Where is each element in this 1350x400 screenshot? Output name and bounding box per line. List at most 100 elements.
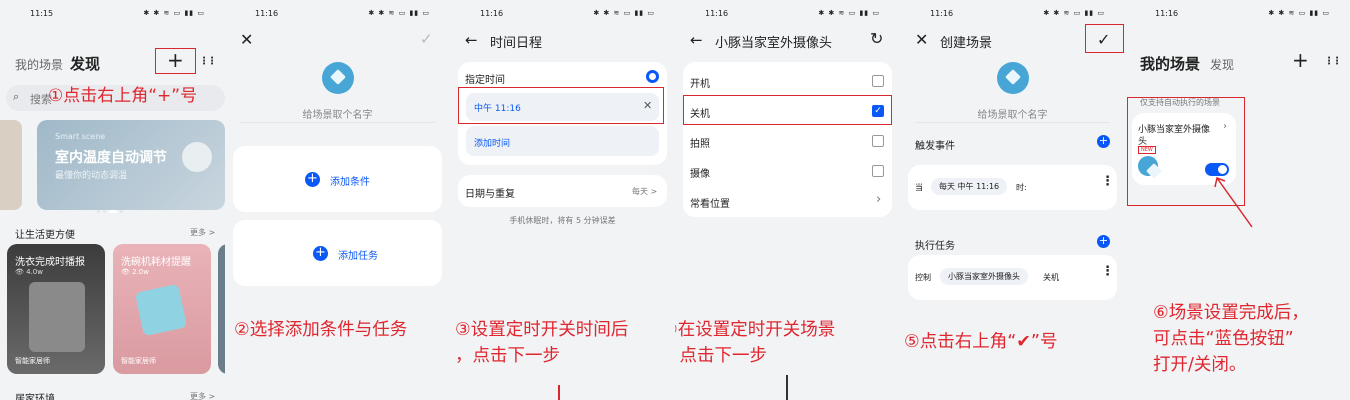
banner-prev[interactable] [0, 120, 22, 210]
status-bar: 11:16 ✱ ✱ ≋ ▭ ▮▮ ▭ [225, 9, 450, 21]
status-bar: 11:16 ✱ ✱ ≋ ▭ ▮▮ ▭ [900, 9, 1125, 21]
date-repeat-value: 每天 > [632, 187, 658, 196]
thermostat-image [182, 142, 212, 172]
tab-discover[interactable]: 发现 [70, 53, 100, 74]
status-icons: ✱ ✱ ≋ ▭ ▮▮ ▭ [143, 9, 205, 17]
trigger-at: 时: [1016, 183, 1027, 192]
status-icons: ✱ ✱ ≋ ▭ ▮▮ ▭ [368, 9, 430, 17]
close-icon[interactable]: ✕ [915, 30, 928, 49]
action-checkbox[interactable] [872, 165, 884, 177]
step-4-annotation-line1: ④在设置定时开关场景 [675, 320, 836, 340]
fixed-time-label: 指定时间 [465, 75, 505, 86]
status-time: 11:16 [1155, 9, 1179, 18]
action-item-record[interactable]: 摄像 [683, 158, 892, 184]
step-4-annotation-line2: ，点击下一步 [675, 346, 767, 366]
status-bar: 11:16 ✱ ✱ ≋ ▭ ▮▮ ▭ [675, 9, 900, 21]
more-grid-icon[interactable]: ⋮⋮ [1324, 56, 1342, 67]
divider [240, 122, 435, 123]
more-grid-icon[interactable]: ⋮⋮ [199, 56, 217, 67]
add-time-button[interactable]: 添加时间 [466, 126, 659, 156]
more-vert-icon[interactable]: ⋮ [1101, 265, 1114, 278]
card-views: 👁 2.0w [121, 268, 149, 276]
step-6-annotation-line2: 可点击“蓝色按钮” [1153, 329, 1294, 349]
more-link[interactable]: 更多 > [190, 391, 215, 400]
action-label: 拍照 [690, 139, 710, 150]
confirm-icon[interactable]: ✓ [420, 30, 433, 48]
action-item-power-on[interactable]: 开机 [683, 68, 892, 94]
divider [915, 122, 1110, 123]
sleep-note: 手机休眠时，将有 5 分钟误差 [509, 216, 616, 225]
card-title: 洗衣完成时播报 [15, 257, 85, 268]
scene-logo-icon [322, 62, 354, 94]
scene-card-laundry[interactable]: 洗衣完成时播报 👁 4.0w 智能家居师 [7, 244, 105, 374]
tab-my-scenes[interactable]: 我的场景 [15, 56, 63, 73]
back-arrow-icon[interactable]: ← [690, 31, 703, 49]
step-3-annotation-line1: ③设置定时开关时间后 [455, 320, 629, 340]
step-3-annotation-line2: ，点击下一步 [455, 346, 560, 366]
add-scene-icon[interactable]: + [1292, 48, 1309, 72]
add-time-label: 添加时间 [474, 139, 511, 149]
date-repeat-row[interactable]: 日期与重复 每天 > [458, 175, 667, 207]
page-title: 创建场景 [940, 36, 993, 51]
status-icons: ✱ ✱ ≋ ▭ ▮▮ ▭ [1043, 9, 1105, 17]
task-card[interactable]: 控制 小豚当家室外摄像头 关机 ⋮ [908, 255, 1117, 300]
status-time: 11:16 [480, 9, 504, 18]
back-arrow-icon[interactable]: ← [465, 31, 478, 49]
action-item-photo[interactable]: 拍照 [683, 128, 892, 154]
page-title: 小豚当家室外摄像头 [715, 36, 833, 51]
add-condition-card[interactable]: + 添加条件 [233, 146, 442, 212]
more-link[interactable]: 更多 > [190, 227, 215, 238]
card-views-value: 2.0w [132, 268, 149, 276]
highlight-box [155, 48, 196, 74]
step-6-annotation-line1: ⑥场景设置完成后， [1153, 303, 1309, 323]
card-views-value: 4.0w [26, 268, 43, 276]
card-title: 洗碗机耗材提醒 [121, 257, 191, 268]
panel-my-scenes: 11:16 ✱ ✱ ≋ ▭ ▮▮ ▭ 我的场景 发现 + ⋮⋮ 仅支持自动执行的… [1125, 0, 1350, 400]
task-device-chip: 小豚当家室外摄像头 [940, 268, 1028, 285]
add-task-icon: + [313, 246, 328, 261]
section-title-convenient: 让生活更方便 [15, 230, 75, 241]
tab-discover[interactable]: 发现 [1210, 56, 1234, 73]
card-views: 👁 4.0w [15, 268, 43, 276]
action-checkbox[interactable] [872, 75, 884, 87]
action-item-position[interactable]: 常看位置 › [683, 188, 892, 214]
panel-discover: 11:15 ✱ ✱ ≋ ▭ ▮▮ ▭ 我的场景 发现 + ⋮⋮ ⌕ 搜索 ①点击… [0, 0, 225, 400]
card-author: 智能家居师 [15, 357, 50, 365]
scene-name-input[interactable]: 给场景取个名字 [900, 106, 1125, 121]
highlight-box [1085, 24, 1124, 53]
dishwasher-image [134, 283, 188, 337]
status-icons: ✱ ✱ ≋ ▭ ▮▮ ▭ [593, 9, 655, 17]
scene-name-input[interactable]: 给场景取个名字 [225, 106, 450, 121]
add-task-card[interactable]: + 添加任务 [233, 220, 442, 286]
status-time: 11:15 [30, 9, 54, 18]
action-checkbox[interactable] [872, 135, 884, 147]
trigger-card[interactable]: 当 每天 中午 11:16 时: ⋮ [908, 165, 1117, 210]
add-task-label: 添加任务 [338, 251, 378, 262]
panel-device-actions: 11:16 ✱ ✱ ≋ ▭ ▮▮ ▭ ← 小豚当家室外摄像头 ↻ 开机 关机 ✓… [675, 0, 900, 400]
add-trigger-icon[interactable]: + [1097, 135, 1110, 148]
refresh-icon[interactable]: ↻ [870, 29, 883, 48]
task-control: 控制 [915, 273, 931, 282]
status-icons: ✱ ✱ ≋ ▭ ▮▮ ▭ [818, 9, 880, 17]
chevron-right-icon: › [876, 192, 882, 207]
close-icon[interactable]: ✕ [240, 30, 253, 49]
step-2-annotation: ②选择添加条件与任务 [234, 320, 408, 340]
add-task-icon[interactable]: + [1097, 235, 1110, 248]
washer-image [29, 282, 85, 352]
card-author: 智能家居师 [121, 357, 156, 365]
search-icon: ⌕ [13, 90, 20, 103]
highlight-box [458, 87, 664, 124]
status-bar: 11:16 ✱ ✱ ≋ ▭ ▮▮ ▭ [450, 9, 675, 21]
scene-card-dishwasher[interactable]: 洗碗机耗材提醒 👁 2.0w 智能家居师 [113, 244, 211, 374]
action-label: 常看位置 [690, 199, 730, 210]
tab-my-scenes[interactable]: 我的场景 [1140, 53, 1200, 74]
more-vert-icon[interactable]: ⋮ [1101, 175, 1114, 188]
panel-create-blank: 11:16 ✱ ✱ ≋ ▭ ▮▮ ▭ ✕ ✓ 给场景取个名字 + 添加条件 + … [225, 0, 450, 400]
fixed-time-radio[interactable] [646, 70, 659, 83]
scene-card-next[interactable] [218, 244, 225, 374]
banner[interactable]: Smart scene 室内温度自动调节 最懂你的动态调温 [37, 120, 225, 213]
task-section-title: 执行任务 [915, 241, 955, 252]
arrow-pointer [1214, 176, 1253, 228]
scene-logo-icon [997, 62, 1029, 94]
arrow-line [558, 385, 560, 400]
